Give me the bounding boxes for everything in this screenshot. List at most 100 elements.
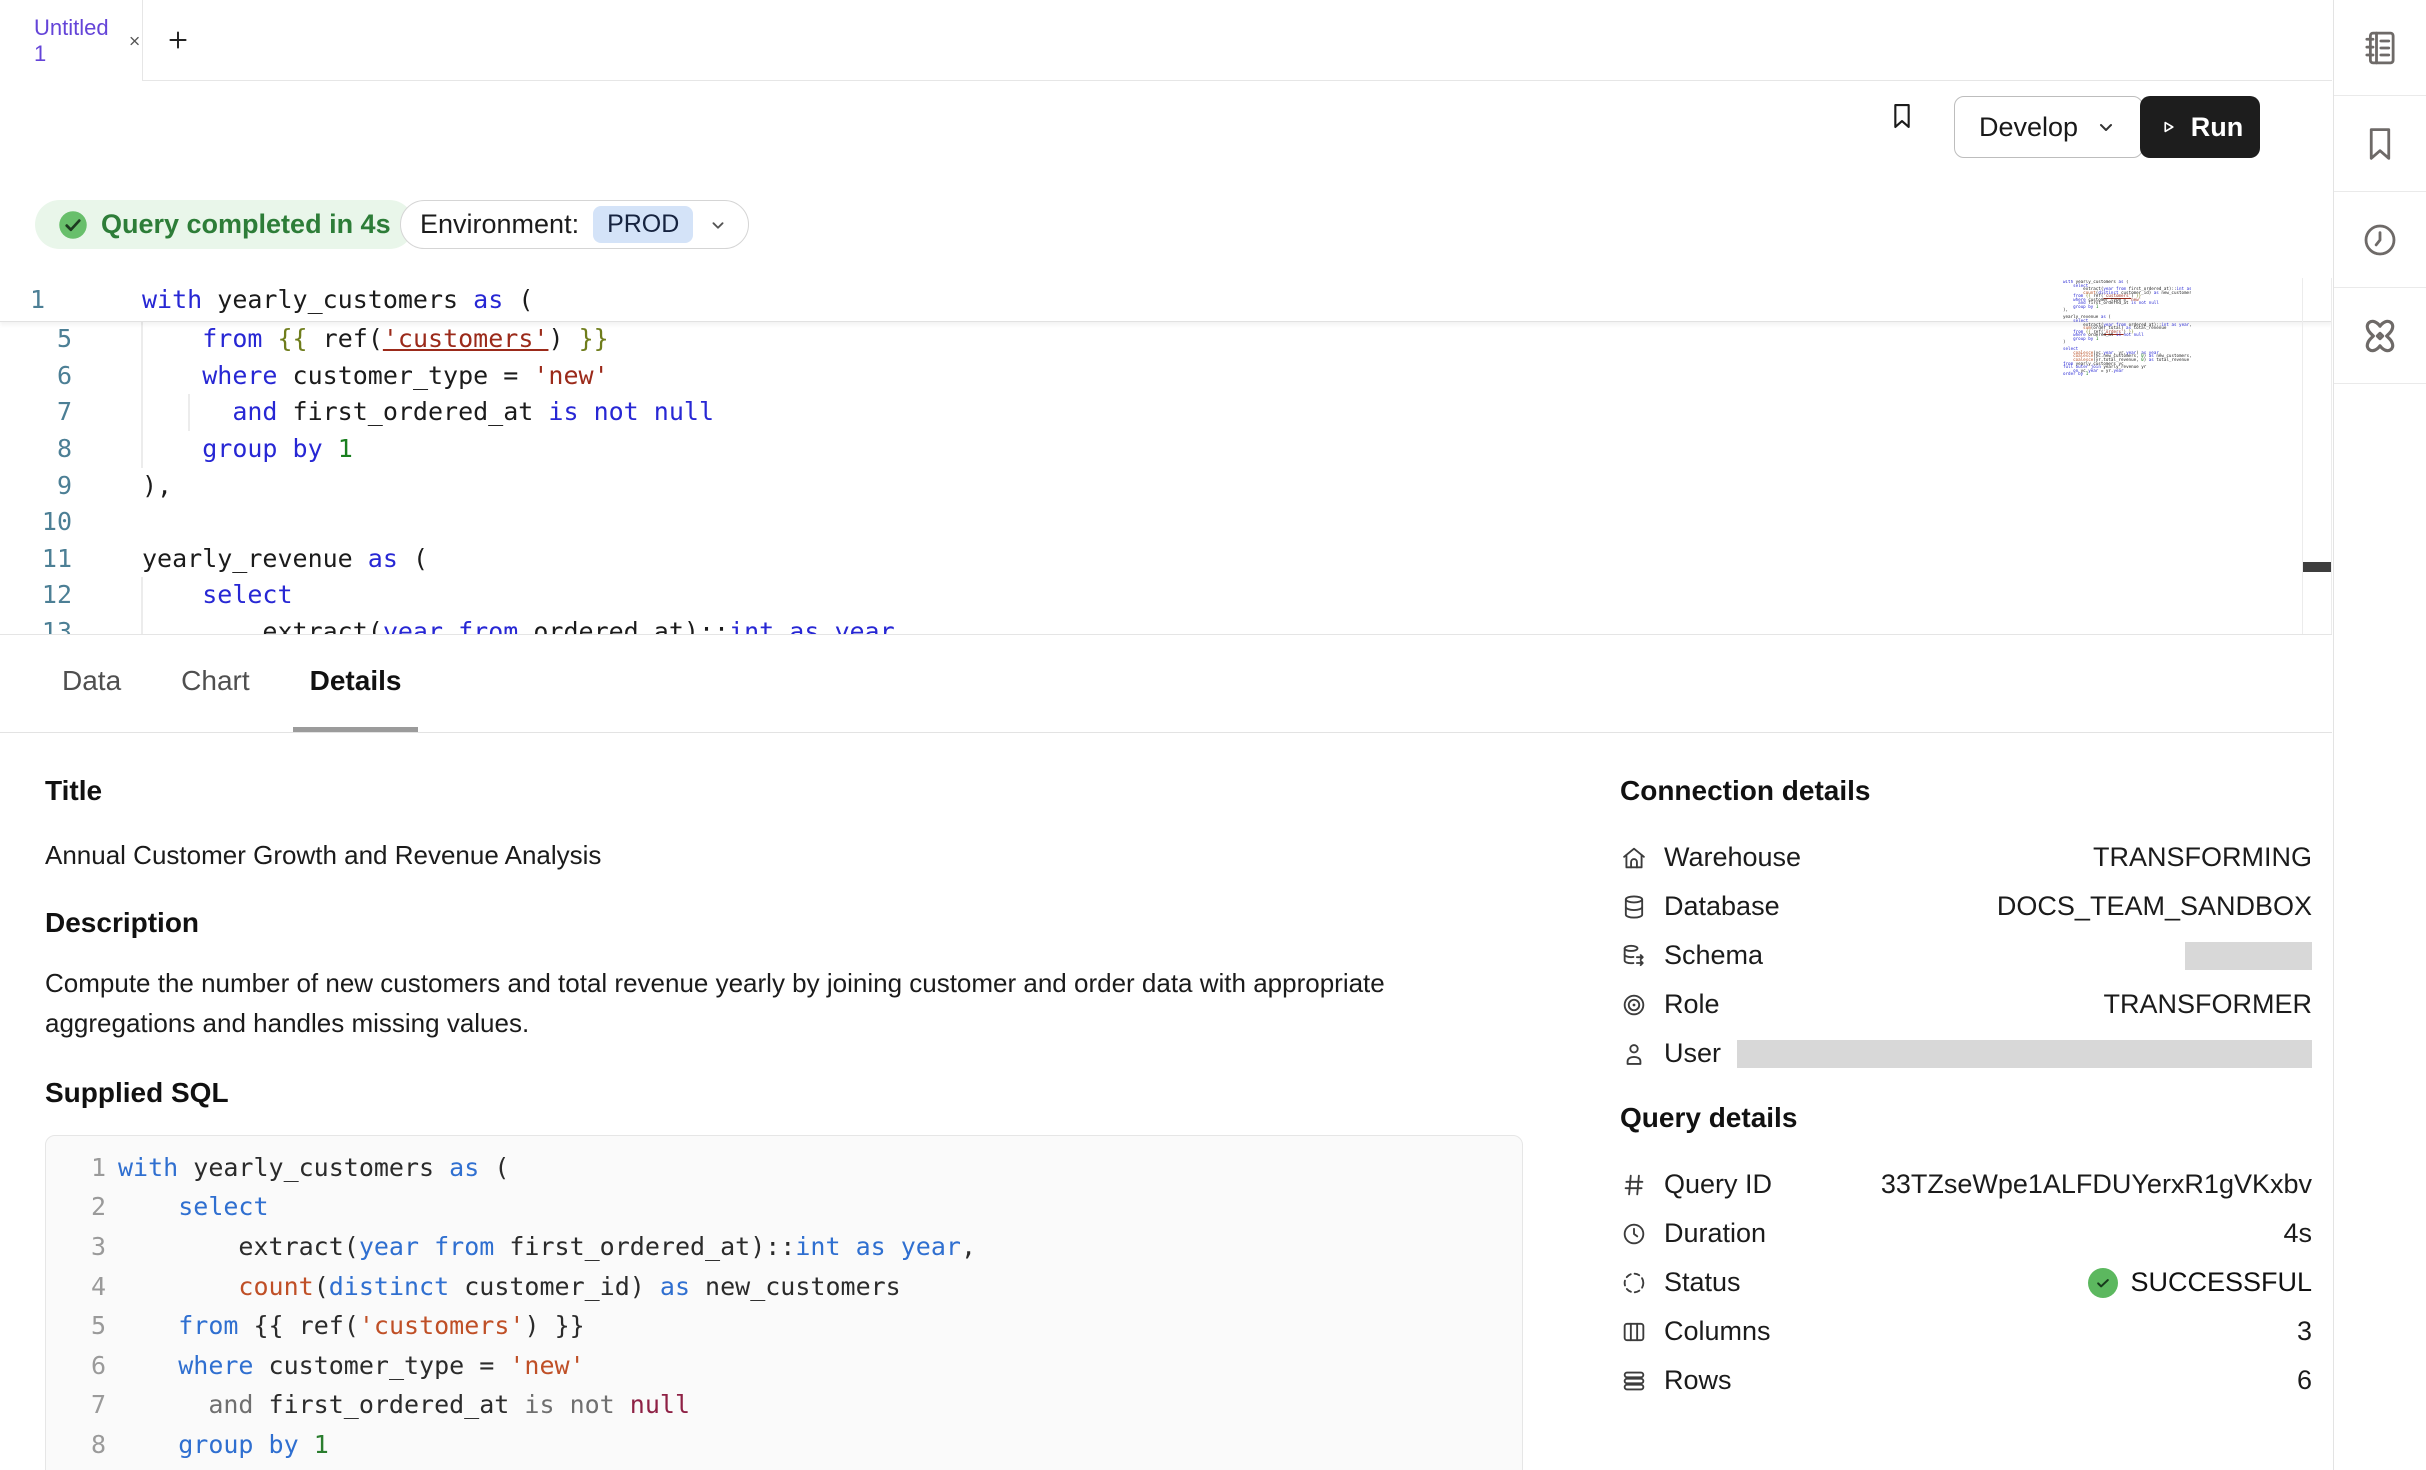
environment-selector[interactable]: Environment: PROD	[400, 200, 749, 249]
row-label: Database	[1664, 891, 1780, 922]
editor-line[interactable]: 5 from {{ ref('customers') }}	[0, 321, 2332, 358]
editor-line[interactable]: 9),	[0, 467, 2332, 504]
notebook-icon	[2359, 27, 2401, 69]
row-value: TRANSFORMING	[2093, 842, 2312, 873]
row-label: Query ID	[1664, 1169, 1772, 1200]
connection-row-user: User	[1620, 1029, 2312, 1078]
code-line: where customer_type = 'new'	[118, 1347, 585, 1385]
code-line: select	[118, 1188, 269, 1226]
query-row-columns: Columns3	[1620, 1307, 2312, 1356]
sidebar-button-notebook[interactable]	[2334, 0, 2426, 96]
row-value: 4s	[2283, 1218, 2312, 1249]
editor-line[interactable]: 11yearly_revenue as (	[0, 541, 2332, 578]
run-button[interactable]: Run	[2140, 96, 2260, 158]
line-number: 1	[58, 1149, 106, 1187]
connection-details-heading: Connection details	[1620, 773, 2312, 809]
bookmark-icon[interactable]	[1886, 99, 1918, 133]
new-tab-button[interactable]	[165, 27, 191, 53]
scrollbar-thumb[interactable]	[2303, 562, 2331, 572]
status-value: SUCCESSFUL	[2088, 1267, 2312, 1298]
line-number: 11	[0, 541, 72, 577]
code-line: with yearly_customers as (	[118, 1149, 509, 1187]
row-label: User	[1664, 1038, 1721, 1069]
chevron-down-icon	[2094, 115, 2118, 139]
hash-icon	[1620, 1171, 1648, 1199]
editor-line[interactable]: 8 group by 1	[0, 431, 2332, 468]
row-label: Status	[1664, 1267, 1741, 1298]
editor-line[interactable]: 10	[0, 504, 2332, 541]
editor-minimap[interactable]: with yearly_customers as ( select extrac…	[2063, 280, 2191, 377]
sql-editor[interactable]: 1 with yearly_customers as ( 5 from {{ r…	[0, 278, 2332, 634]
close-icon[interactable]	[127, 32, 142, 50]
role-icon	[1620, 991, 1648, 1019]
tab-bar: Untitled 1	[0, 0, 2332, 81]
details-panel: Title Annual Customer Growth and Revenue…	[45, 733, 1523, 1470]
code-line: group by 1	[118, 1426, 329, 1464]
query-details-heading: Query details	[1620, 1100, 2312, 1136]
tab-chart[interactable]: Chart	[164, 635, 266, 732]
code-line: count(distinct customer_id) as new_custo…	[118, 1268, 901, 1306]
sidebar-button-dbt[interactable]	[2334, 288, 2426, 384]
redacted-value	[2185, 942, 2312, 970]
query-row-query-id: Query ID 33TZseWpe1ALFDUYerxR1gVKxbv	[1620, 1160, 2312, 1209]
indent-guide	[141, 577, 143, 634]
code-line: and first_ordered_at is not null	[118, 1386, 690, 1424]
row-value: TRANSFORMER	[2104, 989, 2313, 1020]
query-row-rows: Rows6	[1620, 1356, 2312, 1405]
row-value: 33TZseWpe1ALFDUYerxR1gVKxbv	[1881, 1169, 2312, 1200]
row-value: 6	[2297, 1365, 2312, 1396]
code-line: ),	[142, 468, 172, 504]
supplied-sql-line: 3 extract(year from first_ordered_at)::i…	[58, 1227, 1522, 1267]
supplied-sql-line: 7 and first_ordered_at is not null	[58, 1386, 1522, 1426]
line-number: 12	[0, 577, 72, 613]
tab-details[interactable]: Details	[293, 635, 419, 732]
warehouse-icon	[1620, 844, 1648, 872]
bookmark-icon	[2359, 123, 2401, 165]
run-label: Run	[2191, 112, 2243, 143]
editor-line[interactable]: 13 extract(year from ordered_at)::int as…	[0, 614, 2332, 634]
row-value: 3	[2297, 1316, 2312, 1347]
line-number: 10	[0, 504, 72, 540]
row-label: Role	[1664, 989, 1720, 1020]
editor-line[interactable]: 7 and first_ordered_at is not null	[0, 394, 2332, 431]
connection-row-role: Role TRANSFORMER	[1620, 980, 2312, 1029]
line-number: 13	[0, 614, 72, 634]
line-number: 5	[0, 321, 72, 357]
line-number: 3	[58, 1228, 106, 1266]
supplied-sql-heading: Supplied SQL	[45, 1075, 1523, 1111]
description-heading: Description	[45, 905, 1523, 941]
check-circle-icon	[58, 210, 88, 240]
develop-button[interactable]: Develop	[1954, 96, 2143, 158]
indent-guide	[141, 321, 143, 468]
description-value: Compute the number of new customers and …	[45, 963, 1415, 1043]
editor-line[interactable]: 6 where customer_type = 'new'	[0, 358, 2332, 395]
row-label: Schema	[1664, 940, 1763, 971]
minimap-line: order by 1	[2063, 372, 2191, 376]
supplied-sql-line: 9),	[58, 1465, 1522, 1470]
row-value: SUCCESSFUL	[2130, 1267, 2312, 1298]
supplied-sql-line: 1 with yearly_customers as (	[58, 1148, 1522, 1188]
clock-icon	[1620, 1220, 1648, 1248]
sidebar-button-bookmark[interactable]	[2334, 96, 2426, 192]
line-number: 8	[0, 431, 72, 467]
editor-line[interactable]: 12 select	[0, 577, 2332, 614]
sidebar-button-history[interactable]	[2334, 192, 2426, 288]
play-icon	[2157, 116, 2179, 138]
line-number: 9	[58, 1466, 106, 1470]
tab-untitled-1[interactable]: Untitled 1	[0, 0, 143, 81]
line-number: 1	[0, 282, 45, 318]
code-line: and first_ordered_at is not null	[142, 394, 714, 430]
query-row-duration: Duration4s	[1620, 1209, 2312, 1258]
code-line: from {{ ref('customers') }}	[118, 1307, 585, 1345]
chevron-down-icon	[707, 214, 729, 236]
code-line: ),	[118, 1466, 148, 1470]
environment-value-chip: PROD	[593, 206, 693, 243]
redacted-value	[1737, 1040, 2312, 1068]
line-number: 6	[0, 358, 72, 394]
indent-guide	[188, 394, 190, 431]
tab-data[interactable]: Data	[45, 635, 138, 732]
right-icon-sidebar	[2333, 0, 2426, 1470]
code-line: select	[142, 577, 293, 613]
editor-scrollbar[interactable]	[2302, 278, 2332, 634]
line-number: 5	[58, 1307, 106, 1345]
